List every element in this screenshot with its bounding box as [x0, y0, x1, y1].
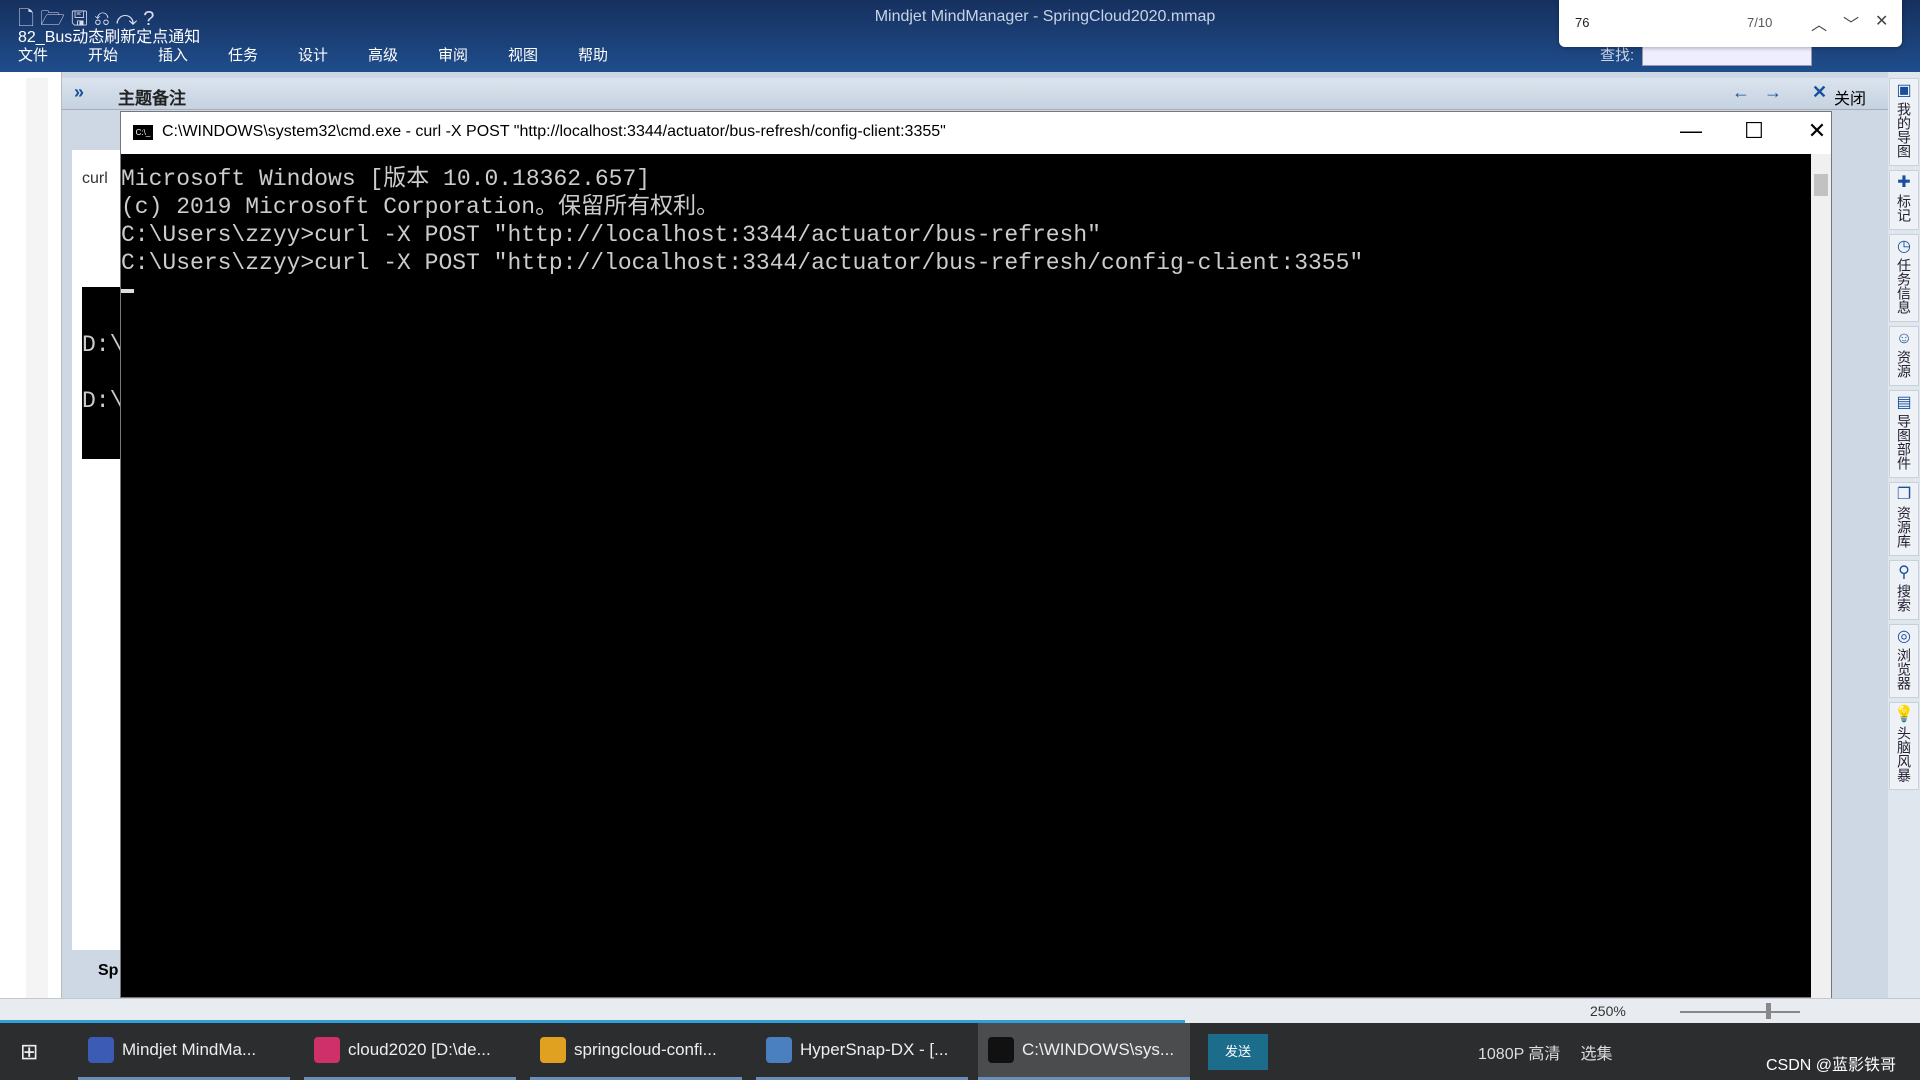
menu-insert[interactable]: 插入: [158, 44, 228, 65]
taskbar-item-label: C:\WINDOWS\sys...: [1022, 1040, 1175, 1059]
pane-tab[interactable]: ❐ 资源库: [1889, 482, 1919, 556]
app-icon: [314, 1037, 340, 1063]
pane-tab-label: 任务信息: [1896, 258, 1912, 314]
pane-tab-label: 标记: [1896, 194, 1912, 222]
pane-tab[interactable]: ◎ 浏览器: [1889, 624, 1919, 698]
terminal-line: Microsoft Windows [版本 10.0.18362.657]: [121, 166, 651, 192]
windows-start-icon[interactable]: ⊞: [20, 1039, 38, 1065]
pane-tab[interactable]: ▤ 导图部件: [1889, 390, 1919, 478]
pane-tab-label: 搜索: [1896, 584, 1912, 612]
back-arrow-icon[interactable]: ←: [1732, 82, 1750, 103]
episodes-button[interactable]: 选集: [1580, 1040, 1612, 1064]
terminal-output[interactable]: Microsoft Windows [版本 10.0.18362.657] (c)…: [121, 154, 1811, 999]
pane-tab[interactable]: ⚲ 搜索: [1889, 560, 1919, 620]
marker-icon: ✚: [1897, 174, 1911, 191]
pane-tab-label: 导图部件: [1896, 414, 1912, 470]
map-icon: ▣: [1896, 82, 1912, 99]
browser-find-bar: 76 7/10 ︿ ﹀ ✕: [1559, 0, 1902, 47]
cmd-titlebar: C:\_ C:\WINDOWS\system32\cmd.exe - curl …: [121, 112, 1831, 154]
mini-cmd-line: D:\: [82, 332, 124, 358]
taskbar-item-label: HyperSnap-DX - [...: [800, 1040, 949, 1059]
pane-tab[interactable]: ▣ 我的导图: [1889, 78, 1919, 166]
menu-bar: 文件 开始 插入 任务 设计 高级 审阅 视图 帮助: [18, 44, 648, 65]
menu-home[interactable]: 开始: [88, 44, 158, 65]
pane-tab[interactable]: ☺ 资源: [1889, 326, 1919, 386]
maximize-button[interactable]: ☐: [1734, 118, 1774, 144]
taskbar-item[interactable]: Mindjet MindMa...: [78, 1023, 290, 1080]
menu-design[interactable]: 设计: [298, 44, 368, 65]
menu-advanced[interactable]: 高级: [368, 44, 438, 65]
pane-tab[interactable]: ✚ 标记: [1889, 170, 1919, 230]
terminal-cursor: [121, 288, 134, 293]
app-icon: [988, 1037, 1014, 1063]
browser-icon: ◎: [1897, 628, 1911, 645]
app-icon: [88, 1037, 114, 1063]
zoom-slider[interactable]: [1680, 1011, 1800, 1013]
terminal-line: C:\Users\zzyy>curl -X POST "http://local…: [121, 222, 1101, 248]
system-tray: 1080P 高清 选集: [1478, 1040, 1612, 1064]
taskbar-item-label: Mindjet MindMa...: [122, 1040, 257, 1059]
notes-header: » 主题备注 ← → ✕ 关闭: [62, 78, 1888, 110]
taskbar-item[interactable]: cloud2020 [D:\de...: [304, 1023, 516, 1080]
close-icon[interactable]: ✕: [1812, 82, 1827, 103]
left-scrollbar[interactable]: [26, 78, 48, 1008]
resource-icon: ☺: [1895, 330, 1913, 347]
brainstorm-icon: 💡: [1894, 706, 1914, 723]
pane-tab[interactable]: 💡 头脑风暴: [1889, 702, 1919, 790]
taskbar-item[interactable]: C:\WINDOWS\sys...: [978, 1023, 1190, 1080]
parts-icon: ▤: [1896, 394, 1912, 411]
cmd-scrollbar[interactable]: [1811, 154, 1831, 999]
embedded-cmd-image: D:\ D:\: [82, 287, 124, 459]
pane-tab-label: 浏览器: [1896, 648, 1912, 690]
quality-button[interactable]: 1080P 高清: [1478, 1040, 1560, 1064]
close-button[interactable]: ✕: [1797, 118, 1837, 144]
cmd-title: C:\WINDOWS\system32\cmd.exe - curl -X PO…: [162, 123, 946, 140]
pane-tab-label: 我的导图: [1896, 102, 1912, 158]
taskbar-item-label: springcloud-confi...: [574, 1040, 717, 1059]
pane-tab-label: 资源: [1896, 350, 1912, 378]
find-close-icon[interactable]: ✕: [1875, 11, 1888, 31]
find-input[interactable]: [1642, 44, 1812, 66]
pane-tab-label: 头脑风暴: [1896, 726, 1912, 782]
notes-close-button[interactable]: 关闭: [1834, 85, 1866, 109]
find-next-icon[interactable]: ﹀: [1843, 11, 1859, 35]
taskbar-item[interactable]: HyperSnap-DX - [...: [756, 1023, 968, 1080]
terminal-line: C:\Users\zzyy>curl -X POST "http://local…: [121, 250, 1364, 276]
cmd-icon: C:\_: [133, 125, 153, 140]
taskbar-item-label: cloud2020 [D:\de...: [348, 1040, 491, 1059]
menu-task[interactable]: 任务: [228, 44, 298, 65]
send-button[interactable]: 发送: [1208, 1034, 1268, 1070]
task-icon: ◷: [1897, 238, 1911, 255]
find-query-input[interactable]: 76: [1575, 15, 1589, 30]
scroll-thumb[interactable]: [1814, 174, 1828, 196]
taskbar-item[interactable]: springcloud-confi...: [530, 1023, 742, 1080]
watermark: CSDN @蓝影铁哥: [1766, 1057, 1897, 1074]
pane-tab-label: 资源库: [1896, 506, 1912, 548]
minimize-button[interactable]: —: [1671, 118, 1711, 144]
right-task-pane-tabs: ▣ 我的导图 ✚ 标记 ◷ 任务信息 ☺ 资源 ▤ 导图部件 ❐ 资源库 ⚲ 搜索 ◎ 浏览器 💡 头脑风暴: [1888, 78, 1920, 878]
menu-file[interactable]: 文件: [18, 44, 88, 65]
notes-title: 主题备注: [118, 89, 186, 108]
zoom-level: 250%: [1590, 1003, 1626, 1019]
search-icon: ⚲: [1898, 564, 1910, 581]
app-icon: [766, 1037, 792, 1063]
menu-help[interactable]: 帮助: [578, 44, 648, 65]
find-label: 查找:: [1600, 47, 1635, 64]
menu-review[interactable]: 审阅: [438, 44, 508, 65]
pane-tab[interactable]: ◷ 任务信息: [1889, 234, 1919, 322]
map-tab[interactable]: Sp: [98, 962, 118, 980]
forward-arrow-icon[interactable]: →: [1764, 82, 1782, 103]
expand-icon[interactable]: »: [74, 82, 84, 103]
taskbar: ⊞ 发送 1080P 高清 选集 CSDN @蓝影铁哥 Mindjet Mind…: [0, 1023, 1920, 1080]
mini-cmd-line: D:\: [82, 388, 124, 414]
find-prev-icon[interactable]: ︿: [1811, 11, 1827, 35]
cmd-window: C:\_ C:\WINDOWS\system32\cmd.exe - curl …: [120, 111, 1832, 999]
app-icon: [540, 1037, 566, 1063]
find-count: 7/10: [1747, 15, 1773, 30]
menu-view[interactable]: 视图: [508, 44, 578, 65]
terminal-line: (c) 2019 Microsoft Corporation。保留所有权利。: [121, 194, 720, 220]
zoom-slider-thumb[interactable]: [1766, 1003, 1771, 1019]
library-icon: ❐: [1896, 486, 1912, 503]
